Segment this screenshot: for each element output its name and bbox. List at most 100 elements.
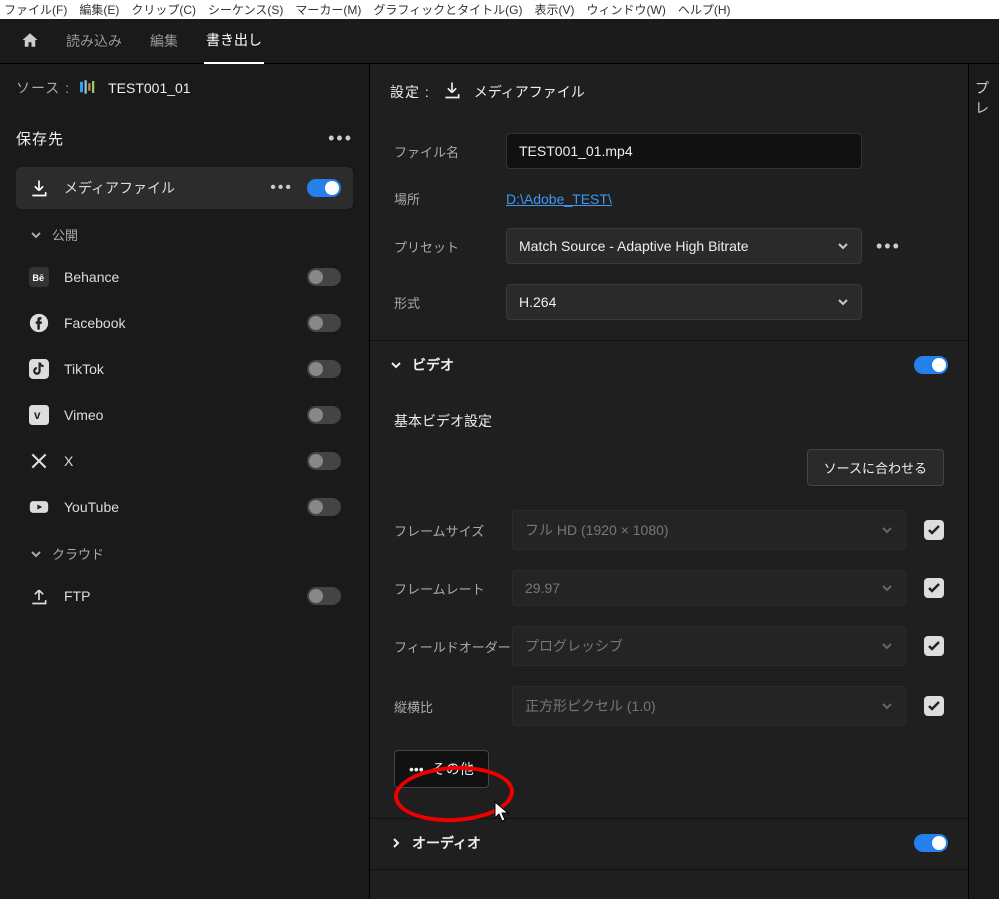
frame-rate-select[interactable]: 29.97 [512,570,906,606]
destination-x-toggle[interactable] [307,452,341,470]
source-label: ソース : [16,78,70,98]
frame-rate-lock-checkbox[interactable] [924,578,944,598]
menu-graphics[interactable]: グラフィックとタイトル(G) [373,1,522,18]
chevron-down-icon [837,296,849,308]
destination-label: Vimeo [64,407,293,423]
format-select[interactable]: H.264 [506,284,862,320]
preset-value: Match Source - Adaptive High Bitrate [519,238,749,254]
home-icon[interactable] [20,31,40,52]
destination-tiktok[interactable]: TikTok [16,348,353,390]
match-source-button[interactable]: ソースに合わせる [807,449,944,486]
location-link[interactable]: D:\Adobe_TEST\ [506,191,612,207]
sequence-icon [80,80,98,97]
format-value: H.264 [519,294,556,310]
chevron-right-icon [390,837,402,849]
tab-import[interactable]: 読み込み [64,19,124,63]
frame-rate-value: 29.97 [525,580,560,596]
more-options-button[interactable]: ••• その他 [394,750,489,788]
more-dots-icon: ••• [409,761,424,777]
menu-clip[interactable]: クリップ(C) [131,1,196,18]
source-row: ソース : TEST001_01 [16,78,353,98]
destination-facebook-toggle[interactable] [307,314,341,332]
frame-size-lock-checkbox[interactable] [924,520,944,540]
settings-header-name: メディアファイル [474,82,585,102]
chevron-down-icon [881,700,893,712]
destination-label: FTP [64,588,293,604]
frame-rate-label: フレームレート [394,579,512,598]
menu-view[interactable]: 表示(V) [535,1,575,18]
preset-label: プリセット [394,237,506,256]
filename-input[interactable] [506,133,862,169]
destination-media-file-toggle[interactable] [307,179,341,197]
aspect-ratio-lock-checkbox[interactable] [924,696,944,716]
audio-section-header[interactable]: オーディオ [370,818,968,867]
destinations-header: 保存先 [16,128,64,149]
destination-facebook[interactable]: Facebook [16,302,353,344]
workspace-tabs: 読み込み 編集 書き出し [0,19,999,64]
destination-ftp[interactable]: FTP [16,575,353,617]
tab-edit[interactable]: 編集 [148,19,180,63]
chevron-down-icon [881,524,893,536]
tab-export[interactable]: 書き出し [204,18,264,64]
field-order-lock-checkbox[interactable] [924,636,944,656]
destination-more-button[interactable]: ••• [270,179,293,197]
aspect-ratio-select[interactable]: 正方形ピクセル (1.0) [512,686,906,726]
cloud-label: クラウド [52,544,104,563]
menu-marker[interactable]: マーカー(M) [295,1,361,18]
menu-window[interactable]: ウィンドウ(W) [587,1,666,18]
destinations-more-button[interactable]: ••• [328,128,353,149]
download-icon [442,80,462,103]
facebook-icon [28,312,50,334]
destination-x[interactable]: X [16,440,353,482]
destination-label: Behance [64,269,293,285]
aspect-ratio-label: 縦横比 [394,697,512,716]
tiktok-icon [28,358,50,380]
destination-label: YouTube [64,499,293,515]
preview-panel-edge: プレ [969,64,999,899]
chevron-down-icon [30,548,42,560]
basic-video-settings-heading: 基本ビデオ設定 [394,411,944,431]
field-order-value: プログレッシブ [525,636,623,656]
destination-youtube-toggle[interactable] [307,498,341,516]
youtube-icon [28,496,50,518]
destination-label: TikTok [64,361,293,377]
video-toggle[interactable] [914,356,948,374]
svg-text:Bē: Bē [32,273,44,283]
vimeo-icon: v [28,404,50,426]
destination-behance[interactable]: Bē Behance [16,256,353,298]
left-panel: ソース : TEST001_01 保存先 ••• メディアファイル ••• 公開… [0,64,370,899]
audio-toggle[interactable] [914,834,948,852]
settings-panel: 設定 : メディアファイル ファイル名 場所 D:\Adobe_TEST\ プリ… [370,64,969,899]
menu-help[interactable]: ヘルプ(H) [678,1,731,18]
frame-size-select[interactable]: フル HD (1920 × 1080) [512,510,906,550]
chevron-down-icon [390,359,402,371]
destination-ftp-toggle[interactable] [307,587,341,605]
field-order-select[interactable]: プログレッシブ [512,626,906,666]
menu-edit[interactable]: 編集(E) [79,1,119,18]
publish-label: 公開 [52,225,78,244]
menu-file[interactable]: ファイル(F) [4,1,67,18]
destination-tiktok-toggle[interactable] [307,360,341,378]
destination-media-file[interactable]: メディアファイル ••• [16,167,353,209]
video-section-label: ビデオ [412,355,454,375]
menu-sequence[interactable]: シーケンス(S) [208,1,283,18]
destination-label: Facebook [64,315,293,331]
x-icon [28,450,50,472]
cloud-group-header[interactable]: クラウド [16,532,353,575]
video-section-header[interactable]: ビデオ [370,340,968,389]
chevron-down-icon [881,582,893,594]
destination-vimeo-toggle[interactable] [307,406,341,424]
preview-label: プレ [975,80,989,116]
destination-youtube[interactable]: YouTube [16,486,353,528]
chevron-down-icon [837,240,849,252]
destination-label: X [64,453,293,469]
preset-more-button[interactable]: ••• [876,236,901,257]
destination-vimeo[interactable]: v Vimeo [16,394,353,436]
filename-label: ファイル名 [394,142,506,161]
download-icon [28,177,50,199]
upload-icon [28,585,50,607]
destination-label: メディアファイル [64,178,256,198]
preset-select[interactable]: Match Source - Adaptive High Bitrate [506,228,862,264]
destination-behance-toggle[interactable] [307,268,341,286]
publish-group-header[interactable]: 公開 [16,213,353,256]
